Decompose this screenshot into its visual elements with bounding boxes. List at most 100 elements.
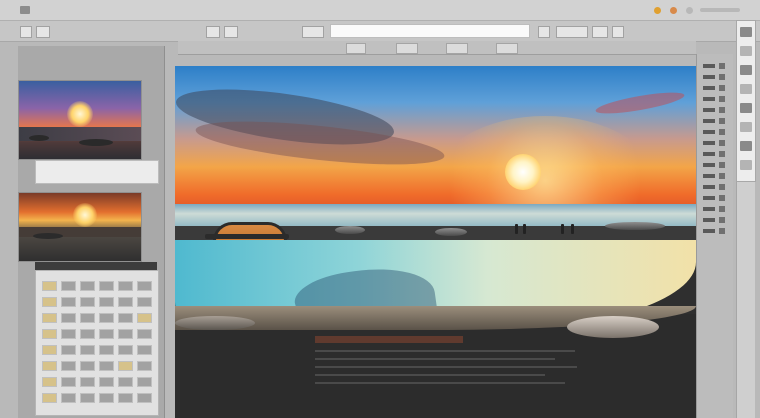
tab-3[interactable] bbox=[446, 43, 468, 54]
layers-icon[interactable] bbox=[740, 46, 752, 56]
adjustment-swatch[interactable] bbox=[137, 377, 152, 387]
adjustment-swatch[interactable] bbox=[61, 313, 76, 323]
tab-4[interactable] bbox=[496, 43, 518, 54]
adjustment-swatch[interactable] bbox=[99, 313, 114, 323]
adjustment-swatch[interactable] bbox=[99, 329, 114, 339]
settings-button[interactable] bbox=[538, 26, 550, 38]
adjustment-swatch[interactable] bbox=[99, 345, 114, 355]
property-toggle-icon[interactable] bbox=[719, 206, 725, 212]
close-icon[interactable] bbox=[686, 7, 693, 14]
adjustment-swatch[interactable] bbox=[80, 329, 95, 339]
adjust-icon[interactable] bbox=[740, 65, 752, 75]
property-row[interactable] bbox=[703, 86, 715, 90]
adjustment-swatch[interactable] bbox=[137, 281, 152, 291]
export-button[interactable] bbox=[556, 26, 588, 38]
tab-2[interactable] bbox=[396, 43, 418, 54]
property-row[interactable] bbox=[703, 108, 715, 112]
property-toggle-icon[interactable] bbox=[719, 140, 725, 146]
adjustment-swatch[interactable] bbox=[61, 393, 76, 403]
brush-icon[interactable] bbox=[740, 27, 752, 37]
adjustment-swatch[interactable] bbox=[80, 345, 95, 355]
property-toggle-icon[interactable] bbox=[719, 217, 725, 223]
adjustment-swatch[interactable] bbox=[61, 361, 76, 371]
adjustment-swatch[interactable] bbox=[118, 313, 133, 323]
adjustment-swatch[interactable] bbox=[42, 345, 57, 355]
adjustment-swatch[interactable] bbox=[80, 393, 95, 403]
image-thumbnail-2[interactable] bbox=[18, 192, 142, 262]
adjustment-swatch[interactable] bbox=[42, 377, 57, 387]
property-toggle-icon[interactable] bbox=[719, 184, 725, 190]
image-thumbnail-1[interactable] bbox=[18, 80, 142, 160]
property-row[interactable] bbox=[703, 130, 715, 134]
adjustment-swatch[interactable] bbox=[99, 281, 114, 291]
property-toggle-icon[interactable] bbox=[719, 162, 725, 168]
adjustment-swatch[interactable] bbox=[80, 377, 95, 387]
property-row[interactable] bbox=[703, 97, 715, 101]
adjustment-swatch[interactable] bbox=[80, 297, 95, 307]
tab-1[interactable] bbox=[346, 43, 366, 54]
adjustment-swatch[interactable] bbox=[42, 361, 57, 371]
property-row[interactable] bbox=[703, 218, 715, 222]
redo-button[interactable] bbox=[224, 26, 238, 38]
adjustment-swatch[interactable] bbox=[137, 329, 152, 339]
property-toggle-icon[interactable] bbox=[719, 129, 725, 135]
adjustment-swatch[interactable] bbox=[61, 377, 76, 387]
adjustment-swatch[interactable] bbox=[137, 393, 152, 403]
adjustment-swatch[interactable] bbox=[99, 393, 114, 403]
adjustment-swatch[interactable] bbox=[118, 345, 133, 355]
adjustment-swatch[interactable] bbox=[42, 313, 57, 323]
property-row[interactable] bbox=[703, 229, 715, 233]
adjustment-swatch[interactable] bbox=[80, 281, 95, 291]
adjustment-swatch[interactable] bbox=[42, 393, 57, 403]
adjustment-swatch[interactable] bbox=[137, 297, 152, 307]
adjustment-swatch[interactable] bbox=[118, 361, 133, 371]
search-input[interactable] bbox=[330, 24, 530, 38]
adjustment-swatch[interactable] bbox=[137, 345, 152, 355]
property-row[interactable] bbox=[703, 64, 715, 68]
property-toggle-icon[interactable] bbox=[719, 74, 725, 80]
adjustment-swatch[interactable] bbox=[61, 329, 76, 339]
crop-icon[interactable] bbox=[740, 84, 752, 94]
adjustment-swatch[interactable] bbox=[118, 297, 133, 307]
property-row[interactable] bbox=[703, 185, 715, 189]
adjustment-swatch[interactable] bbox=[137, 361, 152, 371]
property-toggle-icon[interactable] bbox=[719, 107, 725, 113]
color-icon[interactable] bbox=[740, 160, 752, 170]
maximize-icon[interactable] bbox=[670, 7, 677, 14]
adjustment-swatch[interactable] bbox=[99, 297, 114, 307]
history-icon[interactable] bbox=[740, 141, 752, 151]
zoom-icon[interactable] bbox=[740, 122, 752, 132]
adjustment-swatch[interactable] bbox=[137, 313, 152, 323]
property-row[interactable] bbox=[703, 152, 715, 156]
text-icon[interactable] bbox=[740, 103, 752, 113]
adjustment-swatch[interactable] bbox=[42, 329, 57, 339]
property-row[interactable] bbox=[703, 174, 715, 178]
adjustment-swatch[interactable] bbox=[118, 377, 133, 387]
property-toggle-icon[interactable] bbox=[719, 173, 725, 179]
image-canvas[interactable] bbox=[175, 66, 696, 418]
adjustment-swatch[interactable] bbox=[61, 345, 76, 355]
view-button[interactable] bbox=[302, 26, 324, 38]
property-row[interactable] bbox=[703, 163, 715, 167]
property-toggle-icon[interactable] bbox=[719, 63, 725, 69]
vertical-scrollbar[interactable] bbox=[736, 182, 755, 418]
adjustment-swatch[interactable] bbox=[99, 361, 114, 371]
adjustment-swatch[interactable] bbox=[99, 377, 114, 387]
undo-button[interactable] bbox=[206, 26, 220, 38]
property-row[interactable] bbox=[703, 196, 715, 200]
home-button[interactable] bbox=[20, 26, 32, 38]
property-toggle-icon[interactable] bbox=[719, 85, 725, 91]
share-button[interactable] bbox=[592, 26, 608, 38]
property-row[interactable] bbox=[703, 141, 715, 145]
tool-button[interactable] bbox=[36, 26, 50, 38]
adjustment-swatch[interactable] bbox=[118, 281, 133, 291]
adjustment-swatch[interactable] bbox=[80, 361, 95, 371]
minimize-icon[interactable] bbox=[654, 7, 661, 14]
help-button[interactable] bbox=[612, 26, 624, 38]
adjustment-swatch[interactable] bbox=[118, 329, 133, 339]
property-toggle-icon[interactable] bbox=[719, 151, 725, 157]
adjustment-swatch[interactable] bbox=[118, 393, 133, 403]
property-row[interactable] bbox=[703, 119, 715, 123]
property-toggle-icon[interactable] bbox=[719, 96, 725, 102]
adjustment-swatch[interactable] bbox=[42, 297, 57, 307]
